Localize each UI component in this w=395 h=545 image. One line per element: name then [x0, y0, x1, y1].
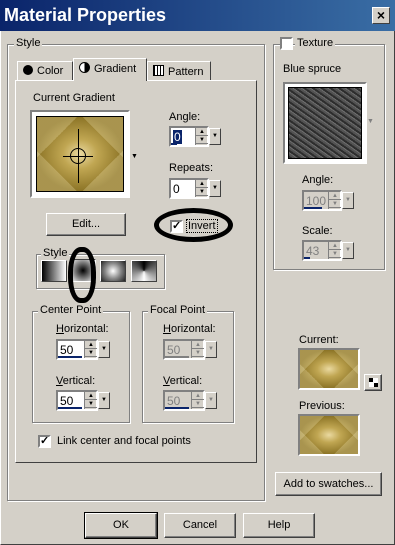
- link-label: Link center and focal points: [57, 435, 191, 447]
- texture-angle-bar: [304, 207, 322, 209]
- swap-icon: [369, 378, 378, 387]
- annotation-circle-style: [68, 247, 96, 303]
- texture-scale-spinbox: 43 ▲ ▼ ▼: [302, 240, 354, 261]
- gradient-preview-frame[interactable]: [30, 110, 130, 198]
- texture-scale-dropdown-icon: ▼: [342, 242, 354, 259]
- help-button[interactable]: Help: [243, 513, 315, 538]
- center-horizontal-value: 50: [60, 343, 74, 357]
- texture-scale-bar: [304, 257, 310, 259]
- edit-button-label: Edit...: [71, 218, 101, 230]
- help-button-label: Help: [267, 519, 291, 531]
- center-vertical-label: Vertical:: [56, 375, 96, 387]
- current-gradient-label: Current Gradient: [33, 92, 115, 104]
- angle-spin-buttons[interactable]: ▲ ▼: [195, 128, 208, 145]
- focal-horizontal-bar: [165, 356, 189, 358]
- focal-vertical-dropdown-icon: ▼: [205, 392, 217, 409]
- center-vertical-spin-buttons[interactable]: ▲ ▼: [84, 392, 97, 409]
- texture-scale-spin-buttons: ▲ ▼: [328, 242, 341, 259]
- ok-button[interactable]: OK: [84, 512, 158, 539]
- focal-horizontal-spinbox: 50 ▲ ▼ ▼: [163, 339, 217, 360]
- previous-label: Previous:: [299, 400, 345, 412]
- texture-checkbox[interactable]: [280, 37, 293, 50]
- texture-angle-label: Angle:: [302, 174, 334, 186]
- repeats-dropdown-icon[interactable]: ▼: [209, 180, 221, 197]
- window-title: Material Properties: [4, 5, 167, 25]
- texture-dropdown-arrow-icon: ▼: [367, 118, 374, 125]
- texture-label: Texture: [295, 37, 336, 49]
- focal-point-label: Focal Point: [148, 304, 208, 316]
- style-linear-button[interactable]: [41, 260, 67, 282]
- angle-value: 0: [173, 130, 182, 144]
- texture-angle-dropdown-icon: ▼: [342, 192, 354, 209]
- texture-preview[interactable]: [288, 87, 362, 159]
- center-horizontal-bar: [58, 356, 82, 358]
- focal-vertical-spinbox: 50 ▲ ▼ ▼: [163, 390, 217, 411]
- cancel-button[interactable]: Cancel: [164, 513, 236, 538]
- center-vertical-spinbox[interactable]: 50 ▲ ▼ ▼: [56, 390, 110, 411]
- previous-swatch[interactable]: [298, 414, 360, 456]
- current-label: Current:: [299, 334, 339, 346]
- style-radial-button[interactable]: [131, 260, 157, 282]
- add-to-swatches-button[interactable]: Add to swatches...: [275, 472, 382, 496]
- focal-vertical-value: 50: [167, 394, 181, 408]
- repeats-label: Repeats:: [169, 162, 214, 174]
- style-group-label: Style: [14, 37, 43, 49]
- repeats-spinbox[interactable]: 0 ▲ ▼ ▼: [169, 178, 221, 199]
- texture-angle-spin-buttons: ▲ ▼: [328, 192, 341, 209]
- tab-gradient-label: Gradient: [94, 63, 137, 75]
- tab-color-label: Color: [37, 65, 64, 77]
- focal-horizontal-value: 50: [167, 343, 181, 357]
- texture-scale-value: 43: [306, 244, 320, 258]
- focal-vertical-spin-buttons: ▲ ▼: [191, 392, 204, 409]
- gradient-dropdown-arrow-icon[interactable]: ▼: [131, 153, 138, 160]
- pattern-grid-icon: [153, 65, 164, 76]
- texture-angle-spinbox: 100 ▲ ▼ ▼: [302, 190, 354, 211]
- texture-preview-frame[interactable]: [283, 82, 367, 164]
- gradient-style-label: Style: [41, 247, 70, 259]
- center-horizontal-spin-buttons[interactable]: ▲ ▼: [84, 341, 97, 358]
- cancel-button-label: Cancel: [182, 519, 218, 531]
- annotation-circle-invert: [154, 208, 233, 242]
- angle-dropdown-icon[interactable]: ▼: [209, 128, 221, 145]
- center-vertical-bar: [58, 407, 82, 409]
- add-to-swatches-label: Add to swatches...: [283, 478, 374, 490]
- link-checkbox[interactable]: ✓: [38, 435, 51, 448]
- angle-label: Angle:: [169, 111, 201, 123]
- focal-horizontal-spin-buttons: ▲ ▼: [191, 341, 204, 358]
- angle-spinbox[interactable]: 0 ▲ ▼ ▼: [169, 126, 221, 147]
- color-dot-icon: [23, 65, 33, 75]
- center-vertical-value: 50: [60, 394, 74, 408]
- center-point-label: Center Point: [38, 304, 104, 316]
- style-sunburst-button[interactable]: [100, 260, 126, 282]
- ok-button-label: OK: [113, 519, 129, 531]
- crosshair-icon[interactable]: [63, 129, 93, 183]
- close-button[interactable]: ×: [372, 7, 390, 24]
- tab-pattern[interactable]: Pattern: [147, 61, 211, 81]
- focal-vertical-bar: [165, 407, 189, 409]
- angle-slider-bar: [171, 143, 177, 145]
- link-label-text: Link center and focal points: [57, 435, 191, 447]
- repeats-spin-buttons[interactable]: ▲ ▼: [195, 180, 208, 197]
- texture-scale-label: Scale:: [302, 225, 333, 237]
- title-bar[interactable]: Material Properties: [0, 0, 395, 31]
- center-horizontal-dropdown-icon[interactable]: ▼: [98, 341, 110, 358]
- center-vertical-dropdown-icon[interactable]: ▼: [98, 392, 110, 409]
- focal-horizontal-label: Horizontal:: [163, 323, 216, 335]
- repeats-value: 0: [173, 182, 180, 196]
- focal-horizontal-dropdown-icon: ▼: [205, 341, 217, 358]
- edit-button[interactable]: Edit...: [46, 213, 126, 236]
- texture-name: Blue spruce: [283, 63, 342, 75]
- swap-swatch-button[interactable]: [364, 374, 382, 391]
- center-horizontal-spinbox[interactable]: 50 ▲ ▼ ▼: [56, 339, 110, 360]
- tab-color[interactable]: Color: [17, 61, 73, 81]
- texture-angle-value: 100: [306, 194, 327, 208]
- gradient-half-icon: [79, 62, 90, 73]
- tab-pattern-label: Pattern: [168, 66, 204, 78]
- focal-vertical-label: Vertical:: [163, 375, 203, 387]
- current-swatch[interactable]: [298, 348, 360, 390]
- tab-gradient[interactable]: Gradient: [73, 58, 147, 81]
- close-icon: ×: [376, 7, 386, 23]
- center-horizontal-label: Horizontal:: [56, 323, 109, 335]
